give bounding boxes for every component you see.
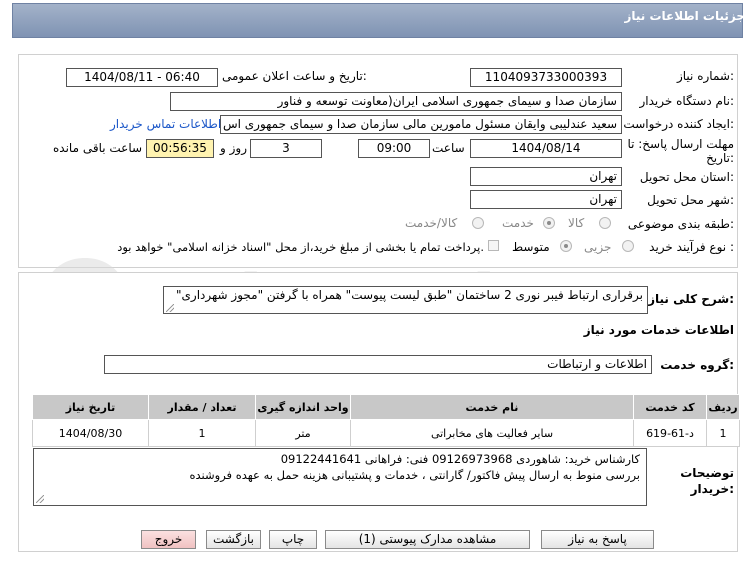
category-goods-service-radio[interactable] — [472, 217, 484, 229]
cell-unit: متر — [255, 419, 351, 447]
table-row: 1 د-61-619 سایر فعالیت های مخابراتی متر … — [32, 419, 740, 447]
process-medium-radio[interactable] — [560, 240, 572, 252]
announce-label: تاریخ و ساعت اعلان عمومی: — [222, 69, 367, 83]
announce-datetime-field: 1404/08/11 - 06:40 — [66, 68, 218, 87]
buyer-notes-line-2: بررسی منوط به ارسال پیش فاکتور/ گارانتی … — [189, 468, 640, 482]
category-goods-radio[interactable] — [599, 217, 611, 229]
buyer-notes-label-2: خریدار: — [690, 482, 734, 496]
process-label: نوع فرآیند خرید : — [649, 240, 734, 254]
col-row-number: ردیف — [706, 394, 740, 420]
need-number-label: شماره نیاز: — [676, 69, 734, 83]
page-title: جزئیات اطلاعات نیاز — [624, 9, 745, 23]
process-minor-radio[interactable] — [622, 240, 634, 252]
col-unit: واحد اندازه گیری — [255, 394, 351, 420]
buyer-org-field: سازمان صدا و سیمای جمهوری اسلامی ایران(م… — [170, 92, 622, 111]
services-table: ردیف کد خدمت نام خدمت واحد اندازه گیری ت… — [32, 394, 740, 447]
city-field: تهران — [470, 190, 622, 209]
remaining-time-field: 00:56:35 — [146, 139, 214, 158]
category-service-radio[interactable] — [543, 217, 555, 229]
cell-service-name: سایر فعالیت های مخابراتی — [350, 419, 634, 447]
buyer-notes-field: کارشناس خرید: شاهوردی 09126973968 فنی: ف… — [33, 448, 647, 506]
deadline-time-label: ساعت — [432, 141, 465, 155]
col-need-date: تاریخ نیاز — [32, 394, 149, 420]
service-group-label: گروه خدمت: — [660, 358, 734, 372]
general-description-label: شرح کلی نیاز: — [648, 292, 734, 306]
buyer-contact-link[interactable]: اطلاعات تماس خریدار — [110, 117, 221, 131]
process-minor-label: جزیی — [584, 240, 612, 254]
table-header-row: ردیف کد خدمت نام خدمت واحد اندازه گیری ت… — [32, 394, 740, 420]
buyer-notes-label: توضیحات — [680, 466, 734, 480]
category-goods-label: کالا — [568, 216, 585, 230]
general-description-field: برقراری ارتباط فیبر نوری 2 ساختمان "طبق … — [163, 286, 648, 314]
print-button[interactable]: چاپ — [269, 530, 317, 549]
deadline-date-field: 1404/08/14 — [470, 139, 622, 158]
view-attachments-button[interactable]: مشاهده مدارک پیوستی (1) — [325, 530, 530, 549]
deadline-label-date: تاریخ: — [706, 151, 734, 165]
col-service-name: نام خدمت — [350, 394, 634, 420]
province-field: تهران — [470, 167, 622, 186]
province-label: استان محل تحویل: — [639, 170, 734, 184]
cell-service-code: د-61-619 — [633, 419, 707, 447]
general-description-text: برقراری ارتباط فیبر نوری 2 ساختمان "طبق … — [176, 288, 643, 302]
creator-field: سعید عندلیبی وایقان مسئول مامورین مالی س… — [220, 115, 622, 134]
cell-need-date: 1404/08/30 — [32, 419, 149, 447]
services-section-title: اطلاعات خدمات مورد نیاز — [583, 323, 734, 337]
exit-button[interactable]: خروج — [141, 530, 196, 549]
back-button[interactable]: بازگشت — [206, 530, 261, 549]
buyer-org-label: نام دستگاه خریدار: — [639, 94, 735, 108]
need-number-field: 1104093733000393 — [470, 68, 622, 87]
service-group-field: اطلاعات و ارتباطات — [104, 355, 652, 374]
col-quantity: تعداد / مقدار — [148, 394, 256, 420]
notes-resize-grip[interactable] — [36, 495, 44, 503]
deadline-label: مهلت ارسال پاسخ: تا — [627, 137, 734, 151]
reply-button[interactable]: پاسخ به نیاز — [541, 530, 654, 549]
remaining-time-label: ساعت باقی مانده — [53, 141, 143, 155]
deadline-time-field: 09:00 — [358, 139, 430, 158]
days-label: روز و — [220, 141, 247, 155]
category-goods-service-label: کالا/خدمت — [405, 216, 458, 230]
cell-row-number: 1 — [706, 419, 740, 447]
days-field: 3 — [250, 139, 322, 158]
process-medium-label: متوسط — [512, 240, 550, 254]
city-label: شهر محل تحویل: — [647, 193, 734, 207]
buyer-notes-line-1: کارشناس خرید: شاهوردی 09126973968 فنی: ف… — [280, 452, 640, 466]
category-label: طبقه بندی موضوعی: — [627, 217, 734, 231]
cell-quantity: 1 — [148, 419, 256, 447]
treasury-note: پرداخت تمام یا بخشی از مبلغ خرید،از محل … — [117, 240, 484, 254]
treasury-checkbox[interactable] — [488, 240, 499, 251]
creator-label: ایجاد کننده درخواست: — [623, 117, 734, 131]
category-service-label: خدمت — [502, 216, 534, 230]
col-service-code: کد خدمت — [633, 394, 707, 420]
description-resize-grip[interactable] — [166, 304, 174, 312]
